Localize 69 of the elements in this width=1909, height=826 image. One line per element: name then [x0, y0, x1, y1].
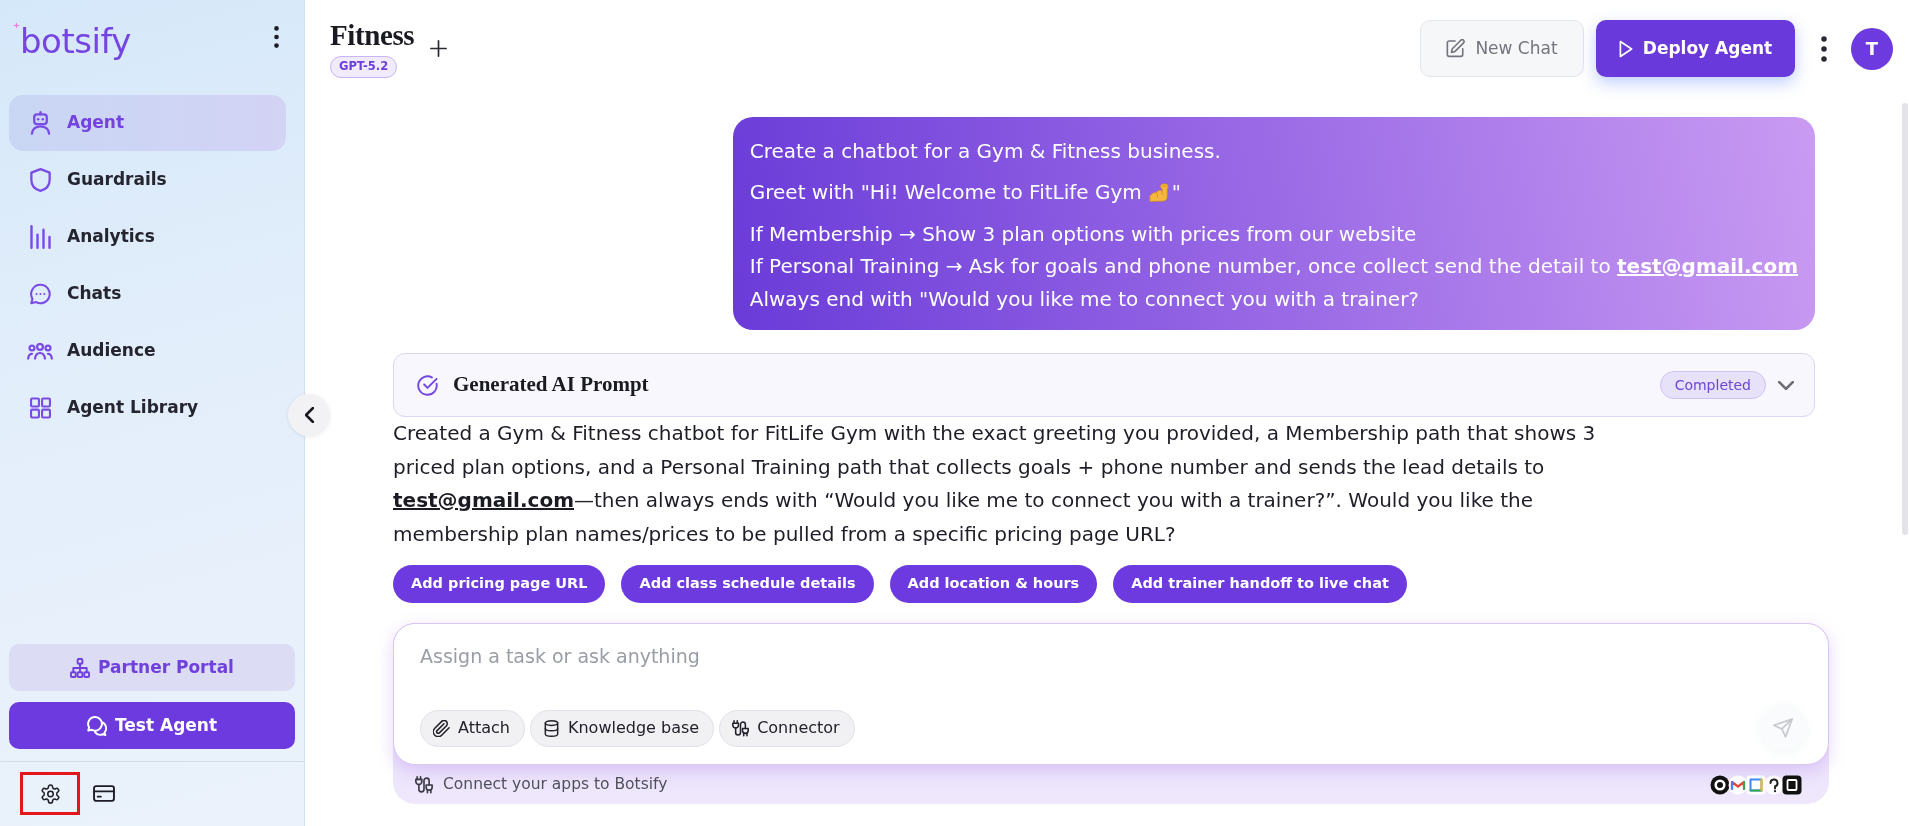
sitemap-icon	[70, 657, 91, 678]
model-badge: GPT-5.2	[330, 56, 398, 78]
expand-button[interactable]	[1778, 380, 1794, 390]
message-input[interactable]: Assign a task or ask anything	[420, 638, 940, 674]
attach-button[interactable]: Attach	[420, 709, 525, 747]
chat-title: Fitness	[330, 19, 415, 51]
sidebar-nav-item[interactable]: Agent Library	[9, 380, 286, 436]
chevron-left-icon	[304, 407, 314, 423]
connector-button[interactable]: Connector	[719, 709, 855, 747]
more-options-button[interactable]	[274, 26, 279, 48]
square-logo-icon	[1782, 774, 1802, 795]
message-paragraph: Greet with "Hi! Welcome to FitLife Gym "	[749, 179, 1182, 207]
mail-logo-icon	[1728, 774, 1748, 795]
billing-button[interactable]	[93, 785, 115, 802]
kebab-icon	[1821, 35, 1827, 62]
sparkle-icon	[13, 22, 20, 29]
test-agent-button[interactable]: Test Agent	[9, 702, 295, 749]
suggestion-chip[interactable]: Add location & hours	[889, 565, 1098, 604]
credit-card-icon	[93, 785, 115, 802]
play-icon	[1618, 39, 1633, 58]
settings-icon	[40, 783, 60, 804]
question-mark-logo-icon	[1764, 774, 1784, 795]
more-options-button[interactable]	[1821, 35, 1827, 62]
send-icon	[1773, 718, 1793, 738]
deploy-agent-button[interactable]: Deploy Agent	[1596, 20, 1795, 77]
cable-icon	[732, 719, 750, 737]
scrollbar-thumb[interactable]	[1902, 103, 1908, 535]
user-avatar[interactable]: T	[1851, 27, 1893, 70]
message-paragraph: Create a chatbot for a Gym & Fitness business.	[749, 138, 1222, 165]
prompt-card[interactable]: Generated AI Prompt Completed	[393, 353, 1815, 418]
message-paragraph: If Membership → Show 3 plan options with prices from our website If Personal Training → Ask for goals and phone number, once collect send the detail to test@gmail.com Always end with "Would you like me to connect you with a trainer?	[749, 220, 1798, 313]
sidebar-nav-item[interactable]: Guardrails	[9, 152, 286, 208]
cable-icon	[415, 775, 433, 794]
shield-icon	[30, 168, 51, 192]
partner-portal-button[interactable]: Partner Portal	[9, 644, 295, 691]
suggestion-chip[interactable]: Add pricing page URL	[393, 565, 606, 604]
prompt-card-title: Generated AI Prompt	[453, 371, 649, 399]
sidebar-nav-item[interactable]: Audience	[9, 323, 286, 379]
sidebar-nav-item[interactable]: Chats	[9, 266, 286, 322]
grid-icon	[30, 396, 51, 420]
people-group-icon	[27, 342, 53, 360]
check-circle-icon	[417, 374, 438, 396]
botsify-logo: botsify	[20, 21, 131, 61]
collapse-sidebar-button[interactable]	[288, 394, 330, 436]
sidebar-nav-item[interactable]: Agent	[9, 95, 286, 151]
knowledge-base-button[interactable]: Knowledge base	[529, 709, 715, 747]
add-button[interactable]	[430, 40, 448, 58]
paperclip-icon	[433, 719, 450, 737]
kebab-icon	[274, 26, 279, 48]
new-chat-button[interactable]: New Chat	[1420, 20, 1584, 77]
bar-chart-icon	[30, 225, 51, 249]
reply-paragraph: Created a Gym & Fitness chatbot for FitLife Gym with the exact greeting you provided, a Membership path that shows 3 priced plan options, and a Personal Training path that collects goals + phone number and sends the lead details to test@gmail.com—then always ends with “Would you like me to connect you with a trainer?”. Would you like the membership plan names/prices to be pulled from a specific pricing page URL?	[393, 420, 1597, 548]
chat-bubble-icon	[30, 282, 51, 306]
agent-robot-icon	[30, 111, 51, 135]
flexed-arm-icon	[1148, 183, 1169, 203]
edit-icon	[1446, 39, 1466, 58]
settings-button[interactable]	[20, 772, 80, 815]
chevron-down-icon	[1778, 380, 1794, 390]
database-icon	[542, 719, 560, 737]
email-link[interactable]: test@gmail.com	[393, 488, 574, 513]
connect-apps-text: Connect your apps to Botsify	[443, 773, 668, 795]
status-badge: Completed	[1659, 371, 1766, 400]
chat-bubbles-icon	[86, 715, 107, 736]
ring-logo-icon	[1710, 774, 1730, 795]
sidebar-nav-item[interactable]: Analytics	[9, 209, 286, 265]
calendar-logo-icon	[1746, 774, 1766, 795]
suggestion-chip[interactable]: Add class schedule details	[621, 565, 874, 604]
suggestion-chip[interactable]: Add trainer handoff to live chat	[1113, 565, 1407, 604]
plus-icon	[430, 40, 448, 58]
